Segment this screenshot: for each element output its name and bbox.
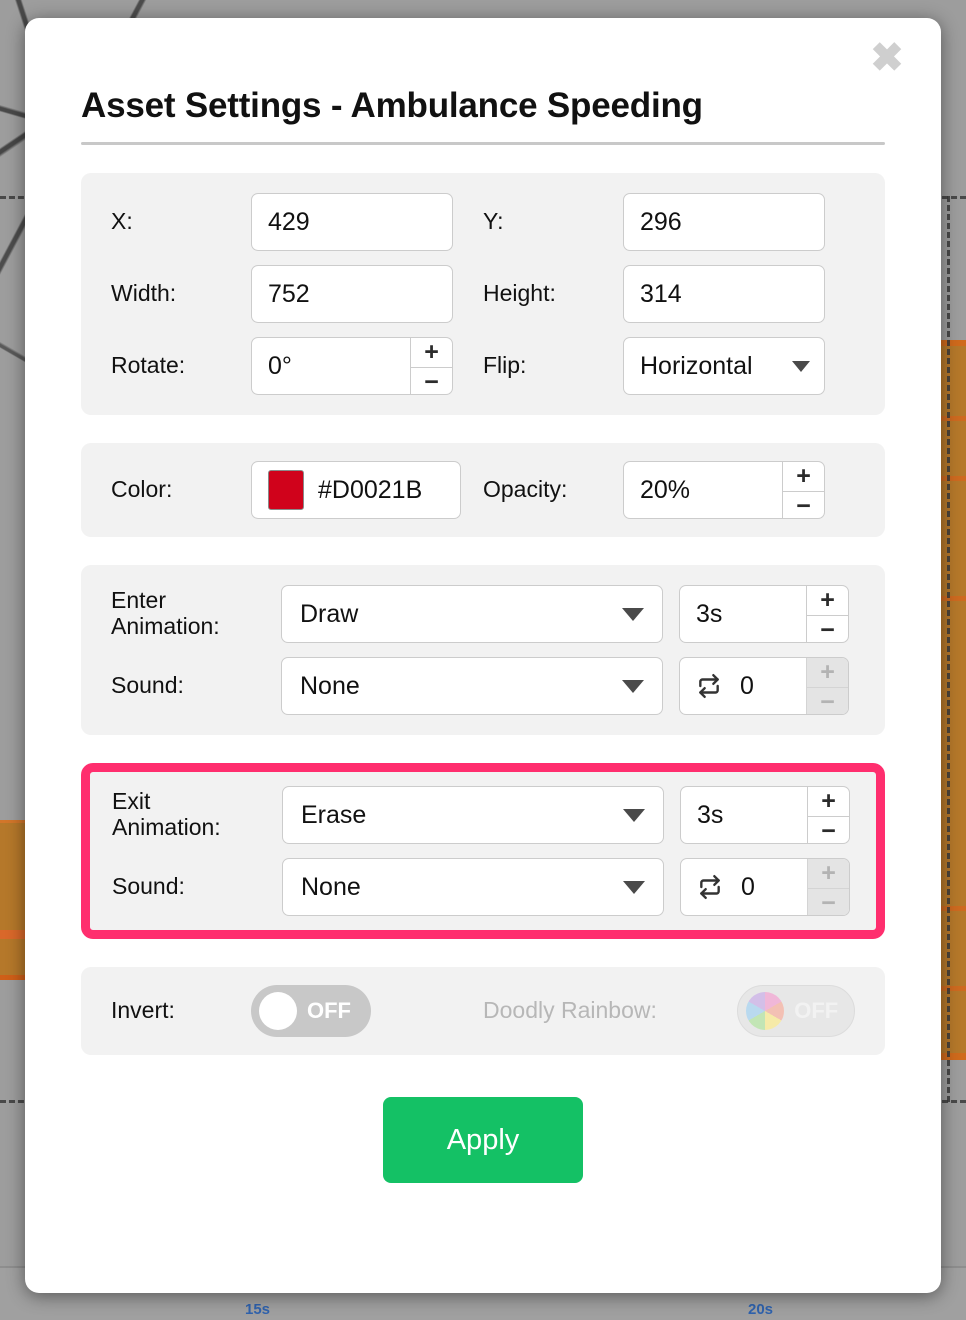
- enter-sound-value: None: [300, 671, 360, 700]
- loop-icon: [696, 673, 722, 699]
- y-input[interactable]: 296: [623, 193, 825, 251]
- width-label: Width:: [111, 280, 177, 307]
- exit-duration-stepper[interactable]: 3s + −: [680, 786, 850, 844]
- toggles-row: Invert: OFF Doodly Rainbow: OFF: [111, 985, 855, 1037]
- enter-sound-row: Sound: None 0 + −: [111, 657, 855, 715]
- exit-loop-increment-button[interactable]: +: [808, 859, 849, 889]
- exit-loop-count: 0: [741, 872, 755, 901]
- rotate-increment-button[interactable]: +: [411, 338, 452, 368]
- enter-animation-label: Enter Animation:: [111, 587, 220, 639]
- rainbow-label: Doodly Rainbow:: [483, 997, 657, 1024]
- rotate-decrement-button[interactable]: −: [411, 368, 452, 394]
- exit-loop-stepper[interactable]: 0 + −: [680, 858, 850, 916]
- invert-label: Invert:: [111, 997, 175, 1024]
- rotate-stepper[interactable]: 0° + −: [251, 337, 453, 395]
- enter-animation-select[interactable]: Draw: [281, 585, 663, 643]
- color-swatch[interactable]: [268, 470, 304, 510]
- enter-animation-row: Enter Animation: Draw 3s + −: [111, 585, 855, 643]
- flip-value: Horizontal: [640, 351, 753, 380]
- apply-button-container: Apply: [81, 1097, 885, 1183]
- timeline-tick: 15s: [245, 1301, 271, 1318]
- exit-duration-decrement-button[interactable]: −: [808, 817, 849, 843]
- chevron-down-icon: [623, 808, 645, 822]
- loop-icon: [697, 874, 723, 900]
- exit-animation-row: Exit Animation: Erase 3s + −: [112, 786, 854, 844]
- dialog-title: Asset Settings - Ambulance Speeding: [81, 86, 703, 125]
- enter-loop-value-group[interactable]: 0: [680, 658, 806, 714]
- enter-loop-increment-button[interactable]: +: [807, 658, 848, 688]
- chevron-down-icon: [792, 360, 810, 372]
- exit-duration-value[interactable]: 3s: [681, 787, 807, 843]
- rotate-flip-row: Rotate: 0° + − Flip: Horizontal: [111, 337, 855, 395]
- enter-sound-select[interactable]: None: [281, 657, 663, 715]
- exit-loop-value-group[interactable]: 0: [681, 859, 807, 915]
- exit-animation-label: Exit Animation:: [112, 788, 221, 840]
- title-divider: [81, 142, 885, 145]
- exit-sound-value: None: [301, 872, 361, 901]
- enter-animation-value: Draw: [300, 599, 359, 628]
- appearance-panel: Color: #D0021B Opacity: 20% + −: [81, 443, 885, 537]
- rotate-value[interactable]: 0°: [252, 338, 410, 394]
- flip-label: Flip:: [483, 352, 527, 379]
- chevron-down-icon: [623, 880, 645, 894]
- rainbow-wheel-icon: [746, 992, 785, 1030]
- exit-loop-decrement-button[interactable]: −: [808, 889, 849, 915]
- opacity-increment-button[interactable]: +: [783, 462, 824, 492]
- color-label: Color:: [111, 476, 173, 503]
- width-input[interactable]: 752: [251, 265, 453, 323]
- invert-toggle[interactable]: OFF: [251, 985, 371, 1037]
- height-label: Height:: [483, 280, 556, 307]
- enter-duration-value[interactable]: 3s: [680, 586, 806, 642]
- x-input[interactable]: 429: [251, 193, 453, 251]
- exit-animation-panel: Exit Animation: Erase 3s + − Sound: None: [81, 763, 885, 939]
- x-label: X:: [111, 208, 133, 235]
- exit-animation-select[interactable]: Erase: [282, 786, 664, 844]
- asset-settings-dialog: ✖ Asset Settings - Ambulance Speeding X:…: [25, 18, 941, 1293]
- invert-state: OFF: [307, 998, 351, 1023]
- exit-sound-row: Sound: None 0 + −: [112, 858, 854, 916]
- timeline-tick: 20s: [748, 1301, 774, 1318]
- opacity-label: Opacity:: [483, 476, 568, 503]
- enter-duration-stepper[interactable]: 3s + −: [679, 585, 849, 643]
- enter-loop-count: 0: [740, 671, 754, 700]
- y-label: Y:: [483, 208, 504, 235]
- transform-panel: X: 429 Y: 296 Width: 752 Height: 314 Rot…: [81, 173, 885, 415]
- flip-select[interactable]: Horizontal: [623, 337, 825, 395]
- enter-sound-label: Sound:: [111, 672, 184, 699]
- doodly-rainbow-toggle[interactable]: OFF: [737, 985, 855, 1037]
- chevron-down-icon: [622, 607, 644, 621]
- toggle-knob: [259, 992, 297, 1030]
- enter-animation-panel: Enter Animation: Draw 3s + − Sound: None: [81, 565, 885, 735]
- opacity-value[interactable]: 20%: [624, 462, 782, 518]
- position-row: X: 429 Y: 296: [111, 193, 855, 251]
- height-input[interactable]: 314: [623, 265, 825, 323]
- color-hex-value: #D0021B: [318, 475, 423, 504]
- enter-loop-decrement-button[interactable]: −: [807, 688, 848, 714]
- exit-animation-value: Erase: [301, 800, 367, 829]
- enter-loop-stepper[interactable]: 0 + −: [679, 657, 849, 715]
- rainbow-state: OFF: [794, 998, 839, 1023]
- apply-button[interactable]: Apply: [383, 1097, 583, 1183]
- opacity-decrement-button[interactable]: −: [783, 492, 824, 518]
- toggles-panel: Invert: OFF Doodly Rainbow: OFF: [81, 967, 885, 1055]
- rotate-label: Rotate:: [111, 352, 186, 379]
- color-picker[interactable]: #D0021B: [251, 461, 461, 519]
- chevron-down-icon: [622, 679, 644, 693]
- color-opacity-row: Color: #D0021B Opacity: 20% + −: [111, 461, 855, 519]
- enter-duration-decrement-button[interactable]: −: [807, 616, 848, 642]
- opacity-stepper[interactable]: 20% + −: [623, 461, 825, 519]
- exit-sound-select[interactable]: None: [282, 858, 664, 916]
- size-row: Width: 752 Height: 314: [111, 265, 855, 323]
- enter-duration-increment-button[interactable]: +: [807, 586, 848, 616]
- close-icon[interactable]: ✖: [867, 38, 907, 78]
- selection-dash-right: [947, 196, 950, 1102]
- exit-sound-label: Sound:: [112, 873, 185, 900]
- exit-duration-increment-button[interactable]: +: [808, 787, 849, 817]
